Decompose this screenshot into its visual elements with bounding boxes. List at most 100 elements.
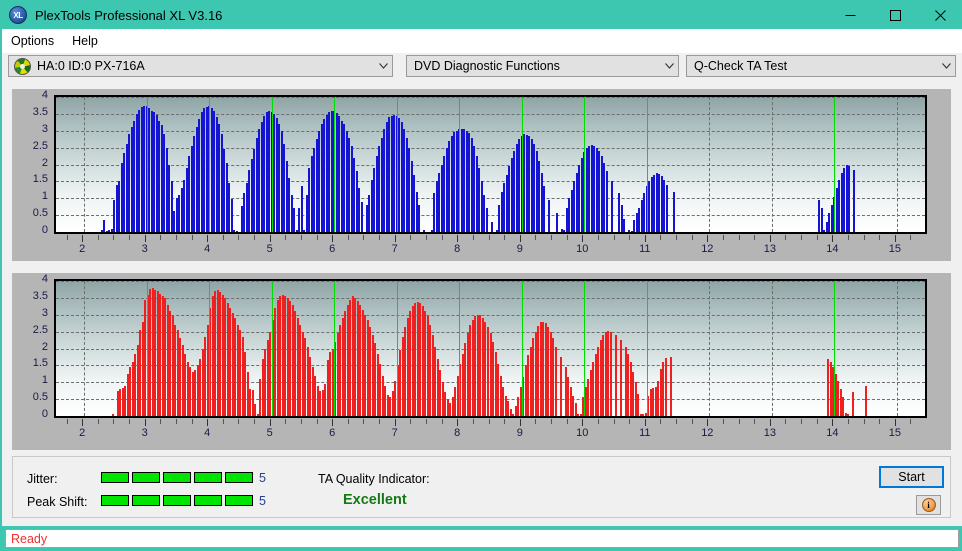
window-controls bbox=[828, 1, 962, 29]
x-axis-minor-tick bbox=[566, 235, 568, 240]
app-window: XL PlexTools Professional XL V3.16 Optio… bbox=[0, 0, 962, 551]
x-axis-major-tick bbox=[832, 235, 834, 242]
y-axis-tick-label: 0 bbox=[41, 224, 48, 236]
minimize-icon[interactable] bbox=[828, 1, 873, 29]
meter-segment bbox=[225, 472, 253, 483]
x-axis-major-tick bbox=[769, 419, 771, 426]
x-axis-minor-tick bbox=[660, 419, 662, 424]
y-axis-tick-label: 0 bbox=[41, 408, 48, 420]
test-select[interactable]: Q-Check TA Test bbox=[686, 55, 956, 77]
meter-segment bbox=[132, 495, 160, 506]
x-axis-tick-label: 12 bbox=[701, 427, 714, 439]
chart-bar bbox=[423, 230, 426, 232]
x-axis-minor-tick bbox=[441, 235, 443, 240]
meter-segment bbox=[194, 472, 222, 483]
info-button[interactable]: i bbox=[916, 495, 941, 515]
y-axis-tick-label: 3.5 bbox=[32, 105, 48, 118]
x-axis-major-tick bbox=[644, 235, 646, 242]
y-axis-tick-label: 4 bbox=[41, 89, 48, 101]
function-select[interactable]: DVD Diagnostic Functions bbox=[406, 55, 679, 77]
chart-bar bbox=[623, 218, 626, 232]
x-axis-minor-tick bbox=[629, 235, 631, 240]
x-axis-tick-label: 14 bbox=[826, 243, 839, 255]
grid-line-vertical bbox=[896, 97, 898, 232]
x-axis-minor-tick bbox=[754, 419, 756, 424]
start-button[interactable]: Start bbox=[879, 466, 944, 488]
grid-line-horizontal bbox=[56, 97, 925, 98]
x-axis-tick-label: 9 bbox=[516, 243, 523, 255]
x-axis-tick-label: 8 bbox=[454, 427, 461, 439]
x-axis-minor-tick bbox=[222, 419, 224, 424]
chart-bar bbox=[548, 199, 551, 232]
x-axis-major-tick bbox=[269, 419, 271, 426]
x-axis-major-tick bbox=[82, 419, 84, 426]
x-axis-tick-label: 12 bbox=[701, 243, 714, 255]
x-axis-minor-tick bbox=[160, 419, 162, 424]
chevron-down-icon bbox=[660, 63, 678, 69]
meter-segment bbox=[163, 495, 191, 506]
x-axis-major-tick bbox=[457, 235, 459, 242]
x-axis-minor-tick bbox=[113, 235, 115, 240]
x-axis-minor-tick bbox=[801, 235, 803, 240]
x-axis-minor-tick bbox=[488, 235, 490, 240]
x-axis-tick-label: 14 bbox=[826, 427, 839, 439]
peak-shift-label: Peak Shift: bbox=[27, 495, 88, 509]
x-axis-minor-tick bbox=[129, 235, 131, 240]
drive-select[interactable]: HA:0 ID:0 PX-716A bbox=[8, 55, 393, 77]
jitter-chart-y-axis: 0 0.5 1 1.5 2 2.5 3 3.5 4 bbox=[12, 89, 52, 240]
chart-bar bbox=[490, 221, 493, 232]
y-axis-tick-label: 0.5 bbox=[32, 391, 48, 404]
y-axis-tick-label: 2 bbox=[41, 340, 48, 353]
meter-segment bbox=[132, 472, 160, 483]
grid-line-horizontal bbox=[56, 130, 925, 132]
grid-line-horizontal bbox=[56, 232, 925, 233]
x-axis-major-tick bbox=[207, 419, 209, 426]
x-axis-tick-label: 13 bbox=[763, 243, 776, 255]
x-axis-tick-label: 4 bbox=[204, 427, 211, 439]
close-icon[interactable] bbox=[918, 1, 962, 29]
x-axis-minor-tick bbox=[910, 235, 912, 240]
x-axis-minor-tick bbox=[238, 235, 240, 240]
x-axis-minor-tick bbox=[472, 419, 474, 424]
x-axis-minor-tick bbox=[785, 235, 787, 240]
x-axis-minor-tick bbox=[597, 235, 599, 240]
x-axis-minor-tick bbox=[97, 235, 99, 240]
x-axis-tick-label: 5 bbox=[266, 243, 273, 255]
x-axis-minor-tick bbox=[504, 235, 506, 240]
x-axis-major-tick bbox=[707, 235, 709, 242]
maximize-icon[interactable] bbox=[873, 1, 918, 29]
x-axis-minor-tick bbox=[785, 419, 787, 424]
peak-shift-value: 5 bbox=[259, 494, 266, 508]
x-axis-tick-label: 6 bbox=[329, 427, 336, 439]
x-axis-minor-tick bbox=[254, 419, 256, 424]
y-axis-tick-label: 3.5 bbox=[32, 289, 48, 302]
menu-bar: Options Help bbox=[2, 29, 962, 53]
chart-bar bbox=[619, 340, 622, 416]
chart-bar bbox=[673, 191, 676, 232]
y-axis-tick-label: 1 bbox=[41, 374, 48, 387]
toolbar: HA:0 ID:0 PX-716A DVD Diagnostic Functio… bbox=[2, 55, 962, 81]
jitter-chart-panel: 0 0.5 1 1.5 2 2.5 3 3.5 4 2 3 4 5 6 7 8 9 10 11 12 13 14 15 bbox=[12, 89, 951, 261]
grid-line-vertical bbox=[709, 281, 711, 416]
info-icon: i bbox=[921, 498, 936, 512]
x-axis-tick-label: 3 bbox=[141, 427, 148, 439]
x-axis-minor-tick bbox=[66, 235, 68, 240]
x-axis-minor-tick bbox=[129, 419, 131, 424]
peak-shift-chart-panel: 0 0.5 1 1.5 2 2.5 3 3.5 4 2 3 4 5 6 7 8 9 10 11 12 13 14 15 bbox=[12, 273, 951, 450]
grid-line-horizontal bbox=[56, 297, 925, 299]
chart-bar bbox=[230, 198, 233, 232]
x-axis-tick-label: 6 bbox=[329, 243, 336, 255]
menu-item-help[interactable]: Help bbox=[63, 32, 107, 50]
x-axis-minor-tick bbox=[738, 235, 740, 240]
y-axis-tick-label: 2.5 bbox=[32, 323, 48, 336]
x-axis-major-tick bbox=[332, 235, 334, 242]
x-axis-minor-tick bbox=[910, 419, 912, 424]
x-axis-minor-tick bbox=[722, 419, 724, 424]
x-axis-minor-tick bbox=[879, 235, 881, 240]
chart-bar bbox=[847, 414, 850, 416]
x-axis-minor-tick bbox=[379, 235, 381, 240]
x-axis-major-tick bbox=[519, 235, 521, 242]
x-axis-minor-tick bbox=[816, 419, 818, 424]
disc-icon bbox=[14, 57, 31, 75]
menu-item-options[interactable]: Options bbox=[2, 32, 63, 50]
